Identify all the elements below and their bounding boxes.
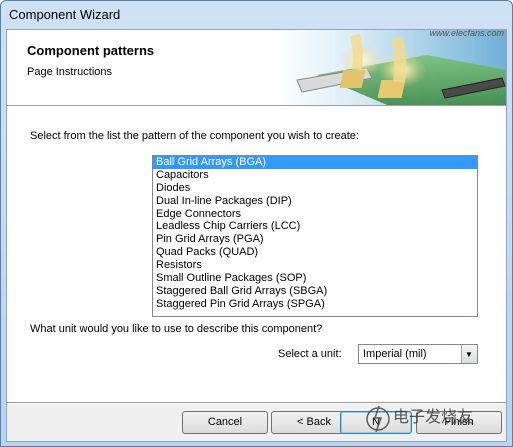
pattern-item[interactable]: Quad Packs (QUAD) bbox=[153, 246, 477, 259]
pattern-item[interactable]: Leadless Chip Carriers (LCC) bbox=[153, 220, 477, 233]
pattern-item[interactable]: Staggered Ball Grid Arrays (SBGA) bbox=[153, 285, 477, 298]
elecfans-watermark-logo: 电子发烧友 bbox=[366, 405, 473, 433]
cancel-button[interactable]: Cancel bbox=[182, 411, 268, 434]
watermark-text: 电子发烧友 bbox=[393, 407, 473, 426]
chevron-down-icon: ▼ bbox=[465, 350, 473, 359]
pattern-item[interactable]: Diodes bbox=[153, 182, 477, 195]
pattern-item[interactable]: Ball Grid Arrays (BGA) bbox=[153, 156, 477, 169]
pattern-item[interactable]: Edge Connectors bbox=[153, 208, 477, 221]
unit-question: What unit would you like to use to descr… bbox=[30, 323, 323, 335]
dropdown-button[interactable]: ▼ bbox=[461, 345, 477, 363]
pattern-item[interactable]: Capacitors bbox=[153, 169, 477, 182]
pattern-item[interactable]: Staggered Pin Grid Arrays (SPGA) bbox=[153, 298, 477, 311]
unit-select[interactable]: Imperial (mil) ▼ bbox=[358, 344, 478, 364]
page-title: Component patterns bbox=[27, 43, 155, 58]
unit-label: Select a unit: bbox=[278, 348, 342, 360]
pattern-item[interactable]: Dual In-line Packages (DIP) bbox=[153, 195, 477, 208]
window-title: Component Wizard bbox=[9, 7, 121, 22]
pattern-item[interactable]: Pin Grid Arrays (PGA) bbox=[153, 233, 477, 246]
wizard-content: Select from the list the pattern of the … bbox=[7, 107, 506, 402]
pattern-prompt: Select from the list the pattern of the … bbox=[30, 130, 359, 142]
wizard-header: Component patterns Page Instructions bbox=[7, 30, 506, 105]
watermark-domain: www.elecfans.com bbox=[429, 28, 504, 38]
component-wizard-window: Component Wizard Component patterns Page… bbox=[0, 0, 513, 447]
pattern-listbox[interactable]: Ball Grid Arrays (BGA) Capacitors Diodes… bbox=[152, 155, 478, 317]
page-subtitle: Page Instructions bbox=[27, 66, 112, 78]
pattern-item[interactable]: Small Outline Packages (SOP) bbox=[153, 272, 477, 285]
pattern-item[interactable]: Resistors bbox=[153, 259, 477, 272]
pcb-component-illustration bbox=[277, 30, 506, 105]
wizard-frame: Component patterns Page Instructions Sel… bbox=[6, 29, 507, 442]
title-bar[interactable]: Component Wizard bbox=[1, 1, 512, 29]
unit-select-value: Imperial (mil) bbox=[363, 348, 427, 360]
